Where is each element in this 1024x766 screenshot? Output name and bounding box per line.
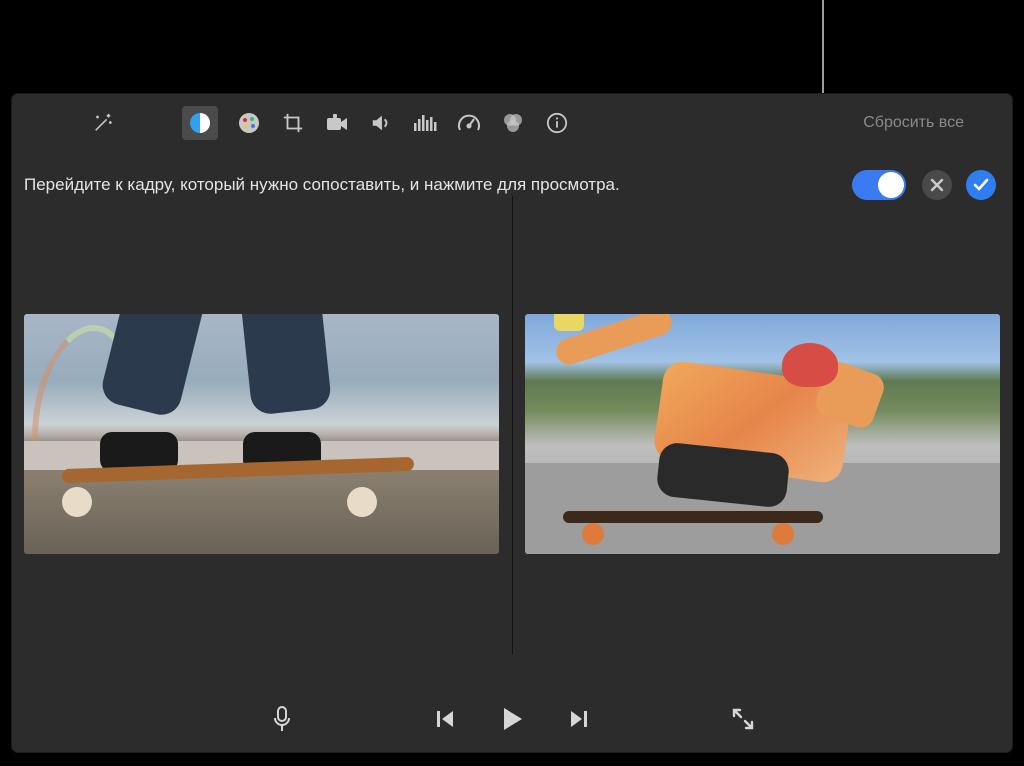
microphone-icon[interactable] bbox=[272, 706, 292, 732]
info-icon[interactable] bbox=[544, 110, 570, 136]
fullscreen-icon[interactable] bbox=[732, 708, 754, 730]
equalizer-icon[interactable] bbox=[412, 110, 438, 136]
toggle-knob bbox=[878, 172, 904, 198]
volume-icon[interactable] bbox=[368, 110, 394, 136]
reference-clip-preview[interactable] bbox=[24, 314, 499, 554]
color-palette-icon[interactable] bbox=[236, 110, 262, 136]
camera-icon[interactable] bbox=[324, 110, 350, 136]
speedometer-icon[interactable] bbox=[456, 110, 482, 136]
apply-button[interactable] bbox=[966, 170, 996, 200]
previous-frame-button[interactable] bbox=[435, 709, 455, 729]
play-button[interactable] bbox=[499, 706, 525, 732]
inspector-toolbar: Сбросить все bbox=[12, 102, 1012, 144]
cancel-button[interactable] bbox=[922, 170, 952, 200]
app-stage: Сбросить все Перейдите к кадру, который … bbox=[0, 0, 1024, 766]
filters-icon[interactable] bbox=[500, 110, 526, 136]
transport-bar bbox=[12, 696, 1012, 742]
inspector-panel: Сбросить все Перейдите к кадру, который … bbox=[12, 94, 1012, 752]
color-balance-icon[interactable] bbox=[182, 106, 218, 140]
next-frame-button[interactable] bbox=[569, 709, 589, 729]
comparison-viewer bbox=[24, 314, 1000, 554]
reset-all-button[interactable]: Сбросить все bbox=[863, 114, 1012, 132]
target-clip-preview[interactable] bbox=[525, 314, 1000, 554]
hint-text: Перейдите к кадру, который нужно сопоста… bbox=[24, 175, 620, 195]
crop-icon[interactable] bbox=[280, 110, 306, 136]
magic-wand-icon[interactable] bbox=[90, 110, 116, 136]
color-match-toggle[interactable] bbox=[852, 170, 906, 200]
